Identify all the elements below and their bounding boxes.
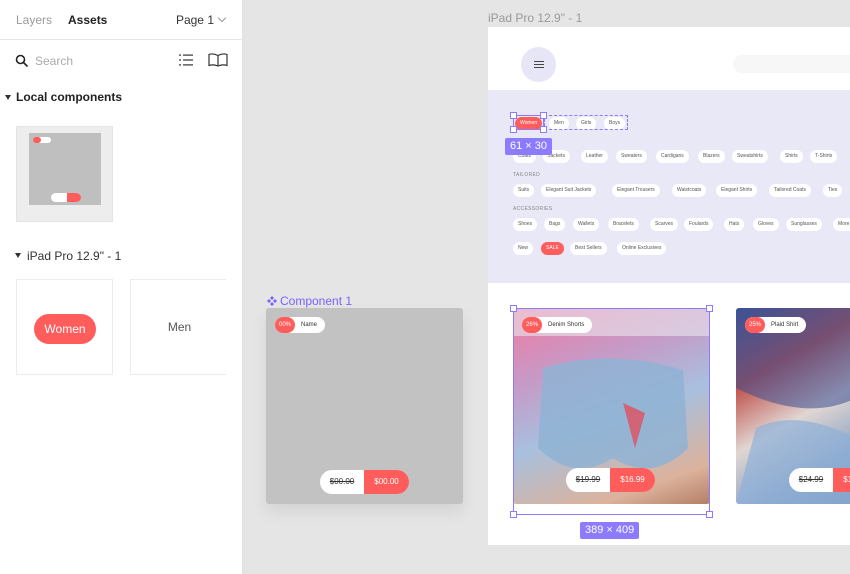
price-tag: $24.99 $18.99 xyxy=(789,468,850,492)
old-price: $24.99 xyxy=(798,475,824,484)
local-components-title: Local components xyxy=(16,90,123,104)
search-input[interactable] xyxy=(35,52,165,70)
product-name: Name xyxy=(301,322,318,328)
chip-category[interactable]: Shoes xyxy=(513,218,538,231)
hamburger-menu-button[interactable] xyxy=(521,47,556,82)
asset-card-women[interactable]: Women xyxy=(16,279,113,375)
old-price: $00.00 xyxy=(329,477,355,486)
menu-line xyxy=(534,61,544,63)
chip-category[interactable]: Scarves xyxy=(650,218,679,231)
product-size-tag: 389 × 409 xyxy=(580,522,640,539)
chip-category[interactable]: Suits xyxy=(513,184,535,197)
chip-category[interactable]: More xyxy=(833,218,850,231)
chip-category[interactable]: Bags xyxy=(544,218,566,231)
chip-category[interactable]: Waistcoats xyxy=(672,184,707,197)
resize-handle[interactable] xyxy=(510,305,517,312)
chip-category[interactable]: Wallets xyxy=(573,218,600,231)
asset-card-men[interactable]: Men xyxy=(130,279,226,375)
product-selection-box[interactable] xyxy=(513,308,710,515)
thumbnail-price xyxy=(51,193,81,202)
discount-percent: 00% xyxy=(275,317,295,333)
chip-category[interactable]: Elegant Trousers xyxy=(612,184,660,197)
chip-category[interactable]: Sweatshirts xyxy=(732,150,768,163)
new-price: $18.99 xyxy=(833,468,850,492)
chip-category[interactable]: Hats xyxy=(724,218,745,231)
menu-line xyxy=(534,64,544,66)
resize-handle[interactable] xyxy=(510,126,517,133)
chip-category[interactable]: T-Shirts xyxy=(810,150,838,163)
price-tag: $00.00 $00.00 xyxy=(320,470,409,494)
panel-tabs: Layers Assets Page 1 xyxy=(0,0,243,40)
new-price: $00.00 xyxy=(364,470,409,494)
chip-best-sellers[interactable]: Best Sellers xyxy=(570,242,607,255)
chip-new[interactable]: New xyxy=(513,242,534,255)
tailored-label: TAILORED xyxy=(513,172,541,178)
tab-layers[interactable]: Layers xyxy=(16,13,52,27)
assets-panel: Layers Assets Page 1 Local components iP… xyxy=(0,0,243,574)
search-bar-placeholder xyxy=(733,55,850,73)
resize-handle[interactable] xyxy=(540,126,547,133)
list-view-icon[interactable] xyxy=(179,53,193,67)
component-card[interactable]: 00% Name $00.00 $00.00 xyxy=(266,308,463,504)
thumbnail-preview xyxy=(29,133,101,205)
component-thumbnail[interactable] xyxy=(16,126,113,222)
thumbnail-badge xyxy=(33,137,51,143)
frame-label[interactable]: iPad Pro 12.9" - 1 xyxy=(488,11,582,25)
component-name: Component 1 xyxy=(280,294,353,308)
component-icon xyxy=(267,296,277,306)
resize-handle[interactable] xyxy=(510,511,517,518)
collapse-triangle-icon[interactable] xyxy=(5,95,11,100)
menu-line xyxy=(534,67,544,69)
discount-badge: 25% Plaid Shirt xyxy=(745,317,807,333)
chip-online-exclusives[interactable]: Online Exclusives xyxy=(617,242,667,255)
product-name: Plaid Shirt xyxy=(771,322,799,328)
chip-category[interactable]: Tailored Coats xyxy=(769,184,811,197)
accessories-label: ACCESSORIES xyxy=(513,206,553,212)
chip-category[interactable]: Shirts xyxy=(780,150,803,163)
chip-category[interactable]: Gloves xyxy=(753,218,779,231)
resize-handle[interactable] xyxy=(510,112,517,119)
chip-category[interactable]: Ties xyxy=(823,184,843,197)
frame-group-title: iPad Pro 12.9" - 1 xyxy=(27,249,122,263)
selection-size-tag: 61 × 30 xyxy=(505,138,553,155)
discount-percent: 25% xyxy=(745,317,765,333)
men-label: Men xyxy=(167,320,192,334)
chip-category[interactable]: Sweaters xyxy=(616,150,647,163)
resize-handle[interactable] xyxy=(706,511,713,518)
women-chip: Women xyxy=(34,314,96,344)
chip-category[interactable]: Elegant Shirts xyxy=(716,184,758,197)
resize-handle[interactable] xyxy=(540,112,547,119)
resize-handle[interactable] xyxy=(706,305,713,312)
search-icon xyxy=(15,54,29,68)
chip-category[interactable]: Blazers xyxy=(698,150,725,163)
group-outline xyxy=(544,115,628,130)
collapse-triangle-icon[interactable] xyxy=(15,253,21,258)
component-label[interactable]: Component 1 xyxy=(267,294,352,308)
chip-category[interactable]: Leather xyxy=(581,150,608,163)
discount-badge: 00% Name xyxy=(275,317,326,333)
chip-category[interactable]: Elegant Suit Jackets xyxy=(541,184,597,197)
chip-category[interactable]: Sunglasses xyxy=(786,218,822,231)
product-card[interactable]: 25% Plaid Shirt $24.99 $18.99 xyxy=(736,308,850,504)
page-selector-label: Page 1 xyxy=(175,13,214,27)
library-book-icon[interactable] xyxy=(208,53,228,67)
chip-category[interactable]: Foulards xyxy=(684,218,714,231)
chip-category[interactable]: Bracelets xyxy=(608,218,639,231)
chip-category[interactable]: Cardigans xyxy=(656,150,689,163)
chevron-down-icon xyxy=(217,13,227,23)
page-selector[interactable]: Page 1 xyxy=(175,13,227,27)
search-row xyxy=(0,40,243,82)
chip-sale[interactable]: SALE xyxy=(541,242,564,255)
tab-assets[interactable]: Assets xyxy=(68,13,107,27)
